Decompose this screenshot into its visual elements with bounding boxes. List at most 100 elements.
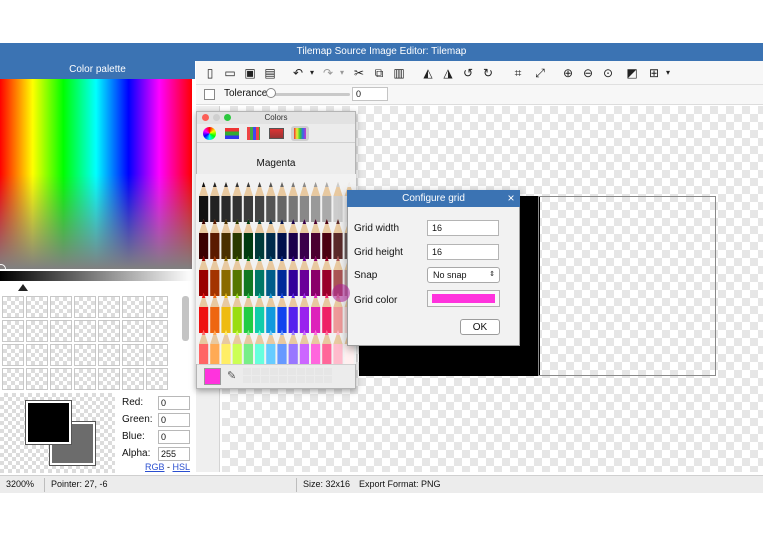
- crayon[interactable]: [266, 344, 276, 364]
- crayon[interactable]: [266, 196, 276, 222]
- crop-icon[interactable]: ⌗: [510, 65, 526, 81]
- recent-color-slot[interactable]: [297, 368, 305, 375]
- custom-swatch[interactable]: [2, 368, 24, 390]
- custom-swatch[interactable]: [122, 368, 144, 390]
- recent-color-slot[interactable]: [270, 368, 278, 375]
- custom-swatch[interactable]: [146, 368, 168, 390]
- foreground-color-swatch[interactable]: [25, 400, 72, 445]
- crayon[interactable]: [288, 307, 298, 333]
- tolerance-checkbox[interactable]: [204, 89, 215, 100]
- custom-swatch[interactable]: [98, 320, 120, 342]
- crayon[interactable]: [322, 196, 332, 222]
- crayon-lead[interactable]: [246, 182, 251, 187]
- recent-color-slot[interactable]: [261, 376, 269, 383]
- crayon[interactable]: [255, 196, 265, 222]
- custom-swatch[interactable]: [2, 296, 24, 318]
- grid-color-button[interactable]: [427, 290, 500, 307]
- recent-color-slot[interactable]: [288, 376, 296, 383]
- rgb-link[interactable]: RGB: [145, 462, 165, 472]
- crayon[interactable]: [210, 270, 220, 296]
- crayon-lead[interactable]: [291, 182, 295, 187]
- crayon[interactable]: [299, 233, 309, 259]
- crayon[interactable]: [221, 307, 231, 333]
- crayon[interactable]: [277, 344, 287, 364]
- red-input[interactable]: 0: [158, 396, 190, 410]
- recent-color-slot[interactable]: [252, 376, 260, 383]
- grid-dropdown-icon[interactable]: ▾: [660, 65, 676, 81]
- recent-color-slot[interactable]: [252, 368, 260, 375]
- crayon[interactable]: [266, 270, 276, 296]
- crayon[interactable]: [288, 196, 298, 222]
- crayon[interactable]: [221, 233, 231, 259]
- crayon-lead[interactable]: [269, 182, 273, 187]
- hsl-link[interactable]: HSL: [173, 462, 191, 472]
- crayon[interactable]: [333, 307, 343, 333]
- resize-icon[interactable]: ⤢: [532, 65, 548, 81]
- custom-swatch[interactable]: [74, 368, 96, 390]
- custom-swatch[interactable]: [74, 344, 96, 366]
- color-sliders-icon[interactable]: [225, 128, 239, 139]
- crayon[interactable]: [288, 270, 298, 296]
- crayon[interactable]: [232, 233, 242, 259]
- redo-dropdown-icon[interactable]: ▾: [334, 65, 350, 81]
- crayon[interactable]: [199, 344, 209, 364]
- crayon[interactable]: [288, 233, 298, 259]
- crayon[interactable]: [232, 270, 242, 296]
- custom-swatch[interactable]: [98, 344, 120, 366]
- crayon[interactable]: [333, 344, 343, 364]
- crayon[interactable]: [232, 307, 242, 333]
- crayon-lead[interactable]: [325, 182, 329, 187]
- crayon[interactable]: [199, 233, 209, 259]
- rotate-left-icon[interactable]: ↺: [460, 65, 476, 81]
- crayon-lead[interactable]: [280, 182, 284, 187]
- crayon[interactable]: [299, 196, 309, 222]
- eyedropper-icon[interactable]: ✎: [227, 369, 236, 382]
- crayon[interactable]: [311, 270, 321, 296]
- crayon[interactable]: [210, 233, 220, 259]
- image-palettes-icon[interactable]: [269, 128, 284, 139]
- crayon[interactable]: [210, 344, 220, 364]
- custom-swatch[interactable]: [146, 320, 168, 342]
- crayon[interactable]: [333, 196, 343, 222]
- crayon[interactable]: [255, 270, 265, 296]
- invert-icon[interactable]: ◩: [624, 65, 640, 81]
- open-folder-icon[interactable]: ▭: [222, 65, 238, 81]
- green-input[interactable]: 0: [158, 413, 190, 427]
- custom-swatch[interactable]: [50, 320, 72, 342]
- crayon[interactable]: [277, 270, 287, 296]
- recent-color-slot[interactable]: [243, 376, 251, 383]
- custom-swatch[interactable]: [50, 368, 72, 390]
- alpha-input[interactable]: 255: [158, 447, 190, 461]
- crayon[interactable]: [311, 344, 321, 364]
- recent-color-slot[interactable]: [306, 368, 314, 375]
- recent-color-slot[interactable]: [279, 368, 287, 375]
- grid-height-input[interactable]: 16: [427, 244, 499, 260]
- recent-color-slot[interactable]: [288, 368, 296, 375]
- recent-color-slot[interactable]: [279, 376, 287, 383]
- crayon[interactable]: [210, 307, 220, 333]
- custom-swatch[interactable]: [26, 344, 48, 366]
- crayon-lead[interactable]: [213, 182, 217, 187]
- zoom-in-icon[interactable]: ⊕: [560, 65, 576, 81]
- recent-color-slot[interactable]: [324, 376, 332, 383]
- custom-swatch[interactable]: [122, 296, 144, 318]
- custom-swatch[interactable]: [74, 296, 96, 318]
- crayon[interactable]: [277, 196, 287, 222]
- custom-swatch[interactable]: [50, 296, 72, 318]
- crayon[interactable]: [344, 344, 354, 364]
- custom-swatch[interactable]: [26, 320, 48, 342]
- color-palettes-icon[interactable]: [247, 127, 260, 140]
- crayon[interactable]: [232, 344, 242, 364]
- luminance-slider[interactable]: [0, 271, 192, 281]
- crayon[interactable]: [299, 307, 309, 333]
- dialog-close-icon[interactable]: ×: [505, 190, 517, 207]
- crayon-lead[interactable]: [336, 182, 340, 187]
- custom-swatch[interactable]: [50, 344, 72, 366]
- save-as-icon[interactable]: ▤: [262, 65, 278, 81]
- crayon-lead[interactable]: [201, 182, 206, 187]
- custom-swatch[interactable]: [98, 296, 120, 318]
- ok-button[interactable]: OK: [460, 319, 500, 335]
- copy-icon[interactable]: ⧉: [371, 65, 387, 81]
- recent-color-slot[interactable]: [243, 368, 251, 375]
- rotate-right-icon[interactable]: ↻: [480, 65, 496, 81]
